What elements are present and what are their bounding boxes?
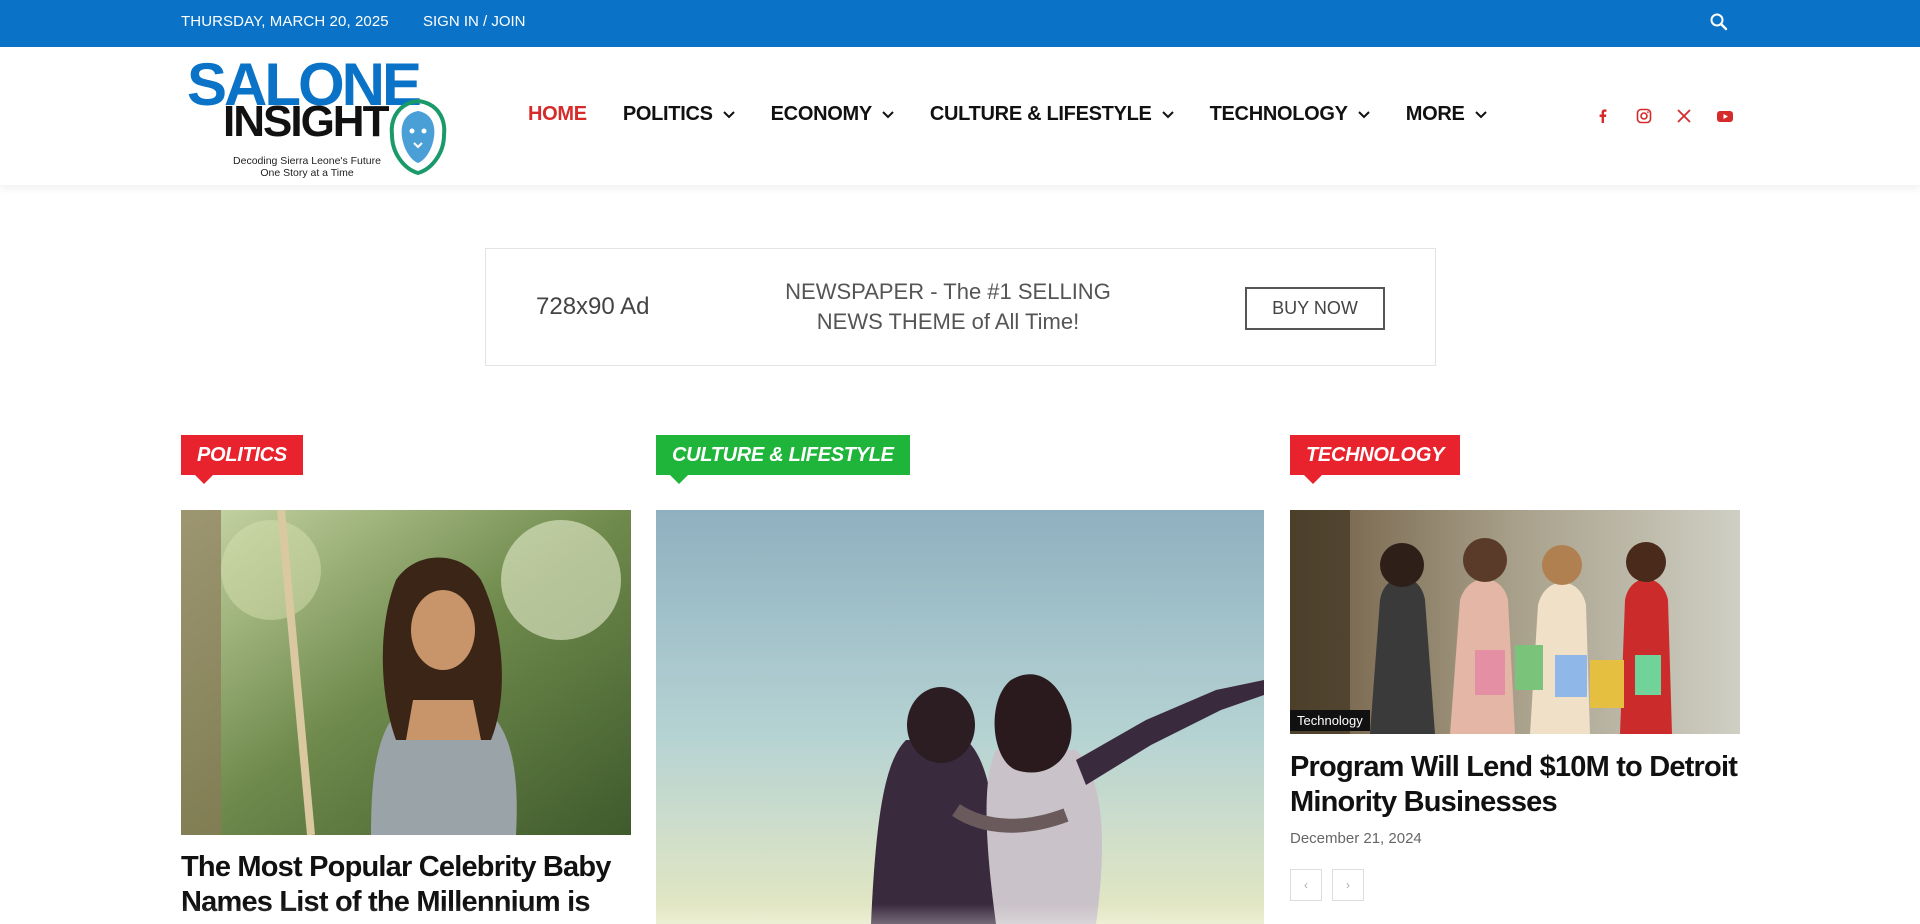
chevron-down-icon bbox=[1358, 110, 1370, 118]
chevron-down-icon bbox=[722, 110, 735, 118]
main-nav: HOME POLITICS ECONOMY CULTURE & LIFESTYL… bbox=[528, 103, 1523, 126]
category-technology-text: TECHNOLOGY bbox=[1306, 443, 1445, 466]
nav-technology[interactable]: TECHNOLOGY bbox=[1210, 103, 1370, 126]
current-date: THURSDAY, MARCH 20, 2025 bbox=[181, 13, 389, 30]
x-icon[interactable] bbox=[1675, 107, 1693, 125]
culture-article-image[interactable] bbox=[656, 510, 1264, 924]
technology-headline[interactable]: Program Will Lend $10M to Detroit Minori… bbox=[1290, 750, 1740, 820]
technology-headline-line2: Minority Businesses bbox=[1290, 786, 1558, 818]
instagram-icon[interactable] bbox=[1635, 107, 1653, 125]
category-label-technology[interactable]: TECHNOLOGY bbox=[1290, 435, 1461, 484]
ad-headline-1: NEWSPAPER - The #1 SELLING bbox=[785, 279, 1111, 304]
ad-banner[interactable]: 728x90 Ad NEWSPAPER - The #1 SELLING NEW… bbox=[485, 248, 1436, 366]
category-label-culture[interactable]: CULTURE & LIFESTYLE bbox=[656, 435, 910, 484]
nav-economy[interactable]: ECONOMY bbox=[771, 103, 894, 126]
nav-more-label: MORE bbox=[1405, 103, 1465, 125]
prev-page-button[interactable]: ‹ bbox=[1290, 869, 1322, 901]
facebook-icon[interactable] bbox=[1594, 107, 1612, 125]
top-bar: THURSDAY, MARCH 20, 2025 SIGN IN / JOIN bbox=[0, 0, 1920, 47]
logo-tagline-2: One Story at a Time bbox=[260, 167, 354, 179]
chevron-down-icon bbox=[1474, 110, 1487, 118]
nav-culture-lifestyle[interactable]: CULTURE & LIFESTYLE bbox=[930, 103, 1174, 126]
politics-headline-line1: The Most Popular Celebrity Baby bbox=[181, 851, 611, 883]
chevron-down-icon bbox=[1161, 110, 1174, 118]
next-page-button[interactable]: › bbox=[1332, 869, 1364, 901]
sign-in-join-link[interactable]: SIGN IN / JOIN bbox=[423, 13, 526, 30]
nav-more[interactable]: MORE bbox=[1406, 103, 1487, 126]
nav-home-label: HOME bbox=[528, 103, 587, 125]
technology-tag-badge[interactable]: Technology bbox=[1290, 710, 1370, 731]
chevron-left-icon: ‹ bbox=[1304, 878, 1308, 892]
nav-politics-label: POLITICS bbox=[622, 103, 713, 125]
search-icon[interactable] bbox=[1709, 12, 1729, 32]
site-header: SALONE INSIGHT Decoding Sierra Leone's F… bbox=[0, 47, 1920, 185]
nav-politics[interactable]: POLITICS bbox=[623, 103, 735, 126]
logo-tagline-1: Decoding Sierra Leone's Future bbox=[233, 155, 381, 167]
technology-article-date: December 21, 2024 bbox=[1290, 830, 1422, 847]
category-label-politics[interactable]: POLITICS bbox=[181, 435, 303, 484]
logo-insight: INSIGHT bbox=[223, 97, 389, 146]
politics-article-image[interactable] bbox=[181, 510, 631, 835]
site-logo[interactable]: SALONE INSIGHT Decoding Sierra Leone's F… bbox=[181, 55, 453, 179]
nav-home[interactable]: HOME bbox=[528, 103, 587, 126]
technology-article-image[interactable]: Technology bbox=[1290, 510, 1740, 734]
youtube-icon[interactable] bbox=[1715, 107, 1735, 125]
nav-economy-label: ECONOMY bbox=[770, 103, 873, 125]
category-culture-text: CULTURE & LIFESTYLE bbox=[672, 443, 894, 466]
ad-headline-2: NEWS THEME of All Time! bbox=[816, 309, 1080, 334]
category-politics-text: POLITICS bbox=[197, 443, 287, 466]
buy-now-button[interactable]: BUY NOW bbox=[1245, 287, 1385, 330]
ad-size-label: 728x90 Ad bbox=[536, 293, 650, 320]
chevron-down-icon bbox=[882, 110, 894, 118]
lion-icon bbox=[389, 98, 447, 175]
nav-technology-label: TECHNOLOGY bbox=[1209, 103, 1348, 125]
technology-headline-line1: Program Will Lend $10M to Detroit bbox=[1290, 751, 1738, 783]
chevron-right-icon: › bbox=[1346, 878, 1350, 892]
nav-culture-label: CULTURE & LIFESTYLE bbox=[929, 103, 1152, 125]
bottom-fade bbox=[0, 904, 1920, 924]
